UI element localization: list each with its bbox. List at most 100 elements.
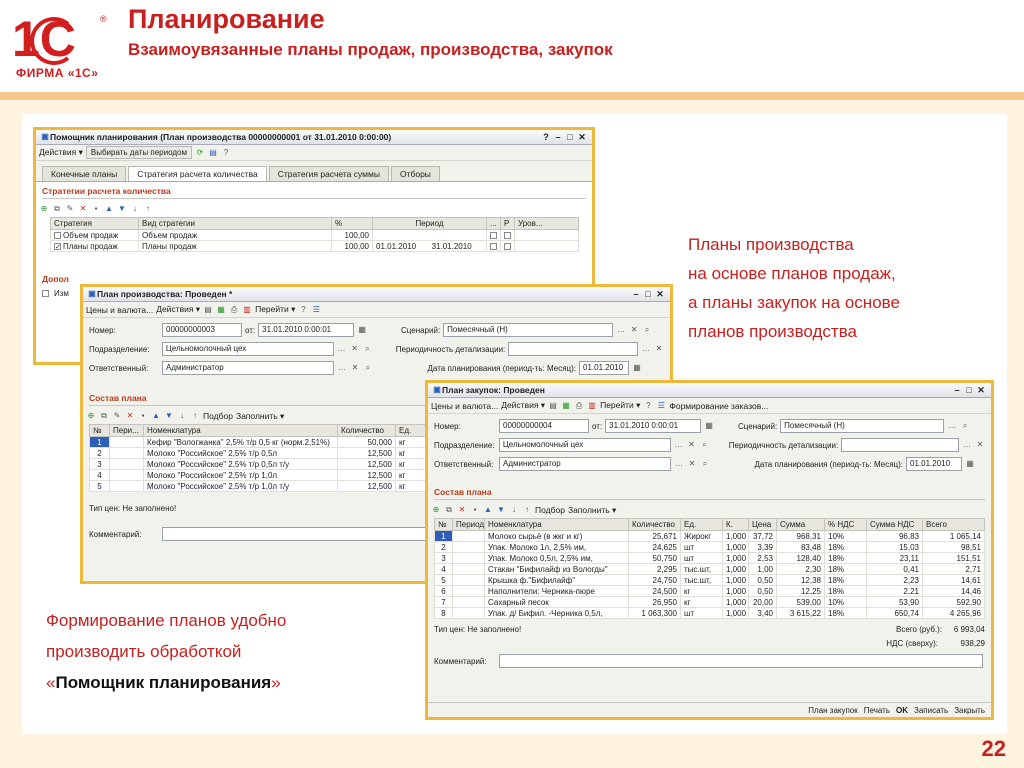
- table-row[interactable]: 5 Молоко "Российское" 2,5% т/р 1,0л т/у 12…: [89, 480, 450, 492]
- table-row[interactable]: Планы продаж Планы продаж 100,00 01.01.2…: [50, 240, 579, 252]
- scenario-field[interactable]: Помесячный (Н): [443, 323, 614, 337]
- table-row[interactable]: 4 Стакан "Бифилайф из Вологды" 2,295 тыс.шт…: [434, 563, 985, 575]
- date-field[interactable]: 31.01.2010 0:00:01: [605, 419, 702, 433]
- pick-button[interactable]: Подбор: [535, 505, 565, 515]
- help-circle-icon[interactable]: ?: [221, 148, 231, 158]
- row-checkbox[interactable]: [54, 231, 61, 239]
- column-header[interactable]: Количество: [628, 518, 681, 531]
- column-header[interactable]: Сумма: [776, 518, 825, 531]
- sort-asc-icon[interactable]: ↓: [177, 411, 187, 421]
- search-icon[interactable]: ⌕: [700, 459, 710, 469]
- checkbox[interactable]: [504, 231, 511, 239]
- sort-desc-icon[interactable]: ↑: [190, 411, 200, 421]
- checkbox[interactable]: [42, 290, 49, 297]
- clear-icon[interactable]: ✕: [350, 363, 360, 373]
- number-field[interactable]: 00000000004: [499, 419, 589, 433]
- col-more[interactable]: ...: [486, 217, 501, 230]
- select-icon[interactable]: …: [962, 440, 972, 450]
- delete-icon[interactable]: ✕: [78, 204, 88, 214]
- maximize-icon[interactable]: □: [963, 385, 975, 395]
- row-checkbox[interactable]: [54, 242, 61, 250]
- division-field[interactable]: Цельномолочный цех: [498, 438, 671, 452]
- clear-icon[interactable]: ✕: [975, 440, 985, 450]
- calendar-icon[interactable]: ▦: [632, 363, 642, 373]
- col-r[interactable]: Р: [500, 217, 515, 230]
- minimize-icon[interactable]: –: [630, 289, 642, 299]
- responsible-field[interactable]: Администратор: [499, 457, 671, 471]
- save-button[interactable]: Записать: [914, 706, 948, 715]
- col-number[interactable]: №: [89, 424, 110, 437]
- clear-icon[interactable]: ✕: [629, 325, 639, 335]
- responsible-field[interactable]: Администратор: [162, 361, 334, 375]
- col-period[interactable]: Пери...: [109, 424, 144, 437]
- search-icon[interactable]: ⌕: [363, 344, 373, 354]
- close-icon[interactable]: ✕: [975, 385, 987, 396]
- comment-field[interactable]: [499, 654, 983, 668]
- calendar-icon[interactable]: ▦: [704, 421, 714, 431]
- help-icon[interactable]: ?: [540, 132, 552, 142]
- column-header[interactable]: Период: [452, 518, 485, 531]
- move-up-icon[interactable]: ▲: [483, 505, 493, 515]
- table-row[interactable]: 4 Молоко "Российское" 2,5% т/р 1,0л 12,500…: [89, 469, 450, 481]
- post-icon[interactable]: ▦: [216, 305, 226, 315]
- search-icon[interactable]: ⌕: [363, 363, 373, 373]
- scenario-field[interactable]: Помесячный (Н): [780, 419, 945, 433]
- pick-button[interactable]: Подбор: [203, 411, 233, 421]
- done-icon[interactable]: ▪: [138, 411, 148, 421]
- move-up-icon[interactable]: ▲: [151, 411, 161, 421]
- maximize-icon[interactable]: □: [642, 289, 654, 299]
- select-icon[interactable]: …: [674, 440, 684, 450]
- sort-desc-icon[interactable]: ↑: [522, 505, 532, 515]
- prices-button[interactable]: Цены и валюта...: [86, 305, 153, 315]
- col-period[interactable]: Период: [372, 217, 487, 230]
- clear-icon[interactable]: ✕: [687, 459, 697, 469]
- add-icon[interactable]: ⊕: [86, 411, 96, 421]
- column-header[interactable]: Всего: [922, 518, 985, 531]
- col-strategy[interactable]: Стратегия: [50, 217, 139, 230]
- tab-quantity-strategy[interactable]: Стратегия расчета количества: [128, 166, 267, 181]
- post-icon[interactable]: ▦: [561, 401, 571, 411]
- save-icon[interactable]: ▤: [548, 401, 558, 411]
- select-icon[interactable]: …: [616, 325, 626, 335]
- clear-icon[interactable]: ✕: [687, 440, 697, 450]
- table-row[interactable]: 6 Наполнители: Черника-пюре 24,500 кг 1,000 0…: [434, 585, 985, 597]
- list-icon[interactable]: ☰: [656, 401, 666, 411]
- column-header[interactable]: №: [434, 518, 453, 531]
- clear-icon[interactable]: ✕: [350, 344, 360, 354]
- column-header[interactable]: Ед.: [680, 518, 723, 531]
- date-field[interactable]: 31.01.2010 0:00:01: [258, 323, 355, 337]
- sort-asc-icon[interactable]: ↓: [509, 505, 519, 515]
- close-icon[interactable]: ✕: [576, 132, 588, 143]
- close-icon[interactable]: ✕: [654, 289, 666, 300]
- col-item[interactable]: Номенклатура: [143, 424, 338, 437]
- refresh-icon[interactable]: ⟳: [195, 148, 205, 158]
- calendar-icon[interactable]: ▦: [965, 459, 975, 469]
- move-down-icon[interactable]: ▼: [117, 204, 127, 214]
- structure-icon[interactable]: ▥: [587, 401, 597, 411]
- fill-menu[interactable]: Заполнить ▾: [236, 411, 284, 422]
- edit-icon[interactable]: ✎: [65, 204, 75, 214]
- checkbox[interactable]: [490, 231, 497, 239]
- copy-icon[interactable]: ⧉: [99, 411, 109, 421]
- col-kind[interactable]: Вид стратегии: [138, 217, 332, 230]
- edit-icon[interactable]: ✎: [112, 411, 122, 421]
- select-dates-button[interactable]: Выбирать даты периодом: [85, 146, 192, 159]
- select-icon[interactable]: …: [641, 344, 651, 354]
- sort-desc-icon[interactable]: ↑: [143, 204, 153, 214]
- settings-icon[interactable]: ▤: [208, 148, 218, 158]
- add-icon[interactable]: ⊕: [431, 505, 441, 515]
- column-header[interactable]: К.: [722, 518, 749, 531]
- detail-field[interactable]: [508, 342, 639, 356]
- table-row[interactable]: 2 Молоко "Российское" 2,5% т/р 0,5л 12,500…: [89, 447, 450, 459]
- help-circle-icon[interactable]: ?: [643, 401, 653, 411]
- search-icon[interactable]: ⌕: [960, 421, 970, 431]
- minimize-icon[interactable]: –: [552, 132, 564, 142]
- table-row[interactable]: 1 Молоко сырьё (в жкг и кг) 25,671 Жирокг 1,…: [434, 530, 985, 542]
- maximize-icon[interactable]: □: [564, 132, 576, 142]
- done-icon[interactable]: ▪: [91, 204, 101, 214]
- select-icon[interactable]: …: [337, 344, 347, 354]
- table-row[interactable]: Объем продаж Объем продаж 100,00: [50, 229, 579, 241]
- table-row[interactable]: 5 Крышка ф."Бифилайф" 24,750 тыс.шт, 1,000 0,…: [434, 574, 985, 586]
- tab-filters[interactable]: Отборы: [390, 166, 440, 181]
- prices-button[interactable]: Цены и валюта...: [431, 401, 498, 411]
